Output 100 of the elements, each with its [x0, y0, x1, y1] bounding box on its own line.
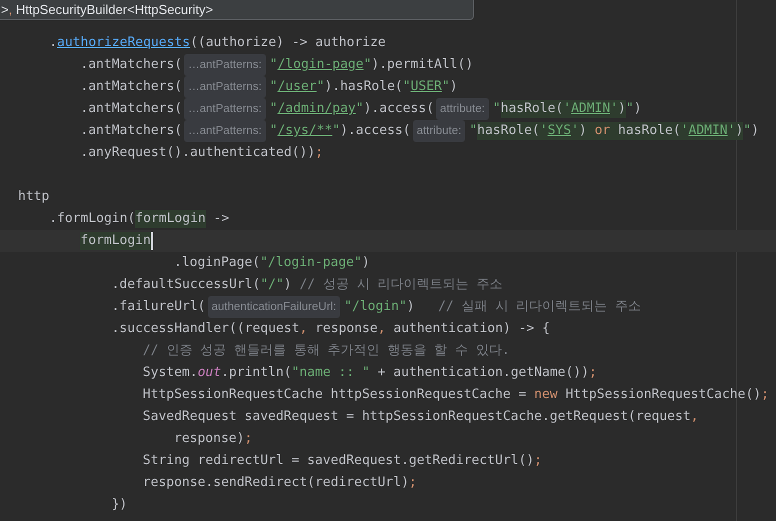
keyword: new: [534, 386, 558, 404]
code-text: .: [49, 34, 58, 52]
tooltip-text: >: [1, 2, 9, 17]
code-text: http: [18, 188, 50, 206]
code-comment: // 성공 시 리다이렉트되는 주소: [299, 276, 502, 294]
code-text: ): [362, 254, 370, 272]
code-text: SavedRequest savedRequest = httpSessionRequestCache.getRequest(request: [142, 408, 691, 426]
highlighted-string-link[interactable]: SYS: [548, 122, 572, 140]
string-literal: ": [402, 78, 411, 96]
highlighted-string: ': [571, 122, 579, 140]
code-text: response: [314, 320, 378, 338]
highlighted-code: formLogin: [135, 210, 206, 228]
punctuation: ;: [761, 386, 769, 404]
parameter-hint: …antPatterns:: [184, 98, 266, 120]
code-text: .antMatchers(: [80, 122, 182, 140]
text-cursor: [150, 232, 153, 250]
string-literal: ": [743, 122, 752, 140]
highlighted-code: ): [618, 100, 626, 118]
string-literal: "/": [260, 276, 284, 294]
code-text: ): [751, 122, 759, 140]
string-literal: ": [270, 100, 278, 118]
punctuation: ;: [534, 452, 542, 470]
code-text: String redirectUrl = savedRequest.getRedirectUrl(): [142, 452, 534, 470]
highlighted-string-link[interactable]: ADMIN: [571, 100, 610, 118]
highlighted-code: formLogin: [80, 232, 151, 250]
field-name: out: [198, 364, 222, 382]
code-text: ): [450, 78, 458, 96]
code-text: .antMatchers(: [80, 56, 182, 74]
highlighted-string-link[interactable]: ADMIN: [688, 122, 728, 140]
code-text: HttpSessionRequestCache httpSessionRequestCache =: [142, 386, 528, 404]
code-text: ).permitAll(): [371, 56, 474, 74]
code-text: ).access(: [340, 122, 411, 140]
string-literal: ": [332, 122, 340, 140]
code-text: ->: [212, 210, 230, 228]
code-text: .formLogin(: [49, 210, 136, 228]
highlighted-string: ': [563, 100, 572, 118]
string-literal: ": [356, 100, 364, 118]
code-text: .failureUrl(: [112, 298, 206, 316]
punctuation: ,: [378, 320, 386, 338]
punctuation: ,: [299, 320, 308, 338]
punctuation: ;: [244, 430, 252, 448]
parameter-hint: attribute:: [436, 98, 489, 120]
parameter-hint: authenticationFailureUrl:: [208, 296, 340, 318]
string-literal: "/login": [344, 298, 407, 316]
code-text: ).hasRole(: [324, 78, 403, 96]
parameter-hint: attribute:: [412, 120, 466, 142]
parameter-hint: …antPatterns:: [184, 120, 266, 142]
punctuation: ,: [690, 408, 698, 426]
highlighted-code: ): [578, 122, 595, 140]
parameter-hint: …antPatterns:: [184, 76, 266, 98]
code-text: .defaultSuccessUrl(: [112, 276, 260, 294]
code-text: ): [634, 100, 642, 118]
code-text: response): [174, 430, 244, 448]
string-literal: ": [492, 100, 501, 118]
string-literal: ": [270, 78, 278, 96]
string-link[interactable]: /sys/**: [277, 122, 332, 140]
string-literal: "/login-page": [260, 254, 362, 272]
highlighted-code: ): [735, 122, 744, 140]
highlighted-code: hasRole(: [477, 122, 540, 140]
code-text: ): [284, 276, 293, 294]
string-literal: ": [469, 122, 478, 140]
string-literal: ": [626, 100, 634, 118]
highlighted-code: hasRole(: [500, 100, 564, 118]
highlighted-string: ': [610, 100, 618, 118]
code-editor[interactable]: [0, 0, 776, 521]
punctuation: ;: [588, 364, 597, 382]
code-text: .anyRequest().authenticated()): [80, 144, 316, 162]
parameter-hint: …antPatterns:: [184, 54, 266, 76]
string-link[interactable]: /user: [277, 78, 317, 96]
code-text: response.sendRedirect(redirectUrl): [142, 474, 409, 492]
code-text: .loginPage(: [174, 254, 260, 272]
punctuation: ;: [408, 474, 417, 492]
string-literal: ": [442, 78, 450, 96]
code-text: .antMatchers(: [80, 78, 182, 96]
punctuation: ;: [315, 144, 324, 162]
string-literal: ": [316, 78, 324, 96]
highlighted-keyword: or: [594, 122, 610, 140]
code-text: .println(: [221, 364, 292, 382]
tooltip-punctuation: ,: [8, 2, 12, 17]
code-text: }): [112, 496, 128, 514]
string-literal: ": [270, 56, 278, 74]
code-text: HttpSessionRequestCache(): [564, 386, 762, 404]
string-link[interactable]: /login-page: [277, 56, 364, 74]
code-comment: // 인증 성공 핸들러를 통해 추가적인 행동을 할 수 있다.: [142, 342, 510, 360]
string-literal: ": [364, 56, 372, 74]
highlighted-code: hasRole(: [610, 122, 681, 140]
code-text: .antMatchers(: [80, 100, 182, 118]
method-link[interactable]: authorizeRequests: [57, 34, 190, 52]
string-literal: ": [270, 122, 278, 140]
code-text: authentication) -> {: [392, 320, 550, 338]
string-link[interactable]: USER: [410, 78, 442, 96]
string-literal: "name :: ": [292, 364, 370, 382]
code-text: ((authorize) -> authorize: [190, 34, 386, 52]
code-text: ): [406, 298, 416, 316]
code-comment: // 실패 시 리다이렉트되는 주소: [438, 298, 642, 316]
string-link[interactable]: /admin/pay: [277, 100, 356, 118]
code-text: .successHandler((request: [112, 320, 300, 338]
code-text: ).access(: [364, 100, 434, 118]
code-text: + authentication.getName()): [376, 364, 589, 382]
code-text: System.: [142, 364, 198, 382]
